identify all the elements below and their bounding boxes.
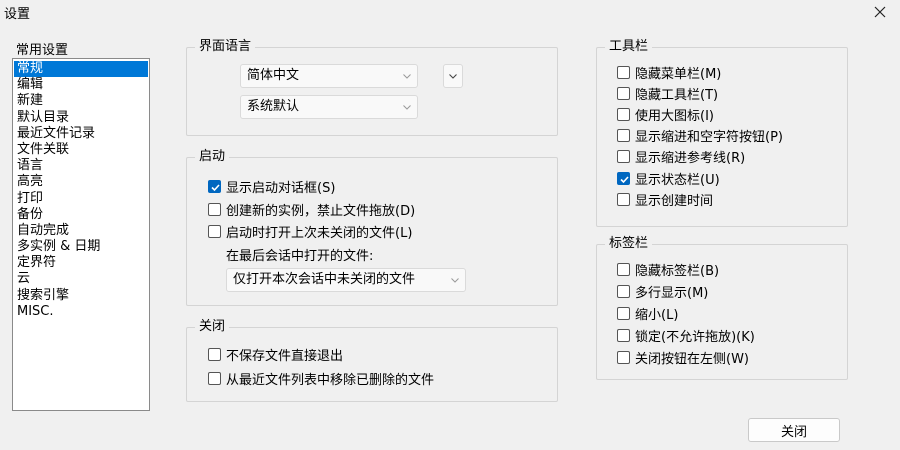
last-session-select-value: 仅打开本次会话中未关闭的文件 — [233, 272, 416, 287]
startup-group-title: 启动 — [199, 149, 226, 164]
checkmark-icon — [211, 183, 220, 191]
window-close-button[interactable] — [868, 0, 892, 24]
checkmark-icon — [620, 175, 629, 183]
tabbar-group-title: 标签栏 — [609, 236, 649, 251]
remove-deleted-label: 从最近文件列表中移除已删除的文件 — [226, 372, 435, 388]
locale-select[interactable]: 系统默认 — [240, 95, 418, 119]
locale-select-value: 系统默认 — [247, 99, 300, 114]
show-created-time-checkbox[interactable] — [617, 192, 630, 206]
close-button-left-label: 关闭按钮在左侧(W) — [635, 351, 749, 367]
close-button[interactable]: 关闭 — [748, 418, 840, 442]
hide-toolbar-checkbox[interactable] — [617, 86, 630, 100]
sidebar-item-backup[interactable]: 备份 — [13, 207, 149, 223]
close-button-left-checkbox[interactable] — [617, 350, 630, 364]
language-select[interactable]: 简体中文 — [240, 64, 418, 88]
sidebar-item-default-dir[interactable]: 默认目录 — [13, 110, 149, 126]
shrink-tabs-checkbox[interactable] — [617, 306, 630, 320]
language-group-title: 界面语言 — [199, 39, 252, 54]
exit-without-save-option[interactable]: 不保存文件直接退出 — [208, 344, 343, 364]
sidebar-item-autocomplete[interactable]: 自动完成 — [13, 223, 149, 239]
language-group: 界面语言 — [186, 40, 558, 136]
sidebar-item-cloud[interactable]: 云 — [13, 271, 149, 287]
sidebar-item-general[interactable]: 常规 — [14, 61, 148, 78]
sidebar-item-file-association[interactable]: 文件关联 — [13, 142, 149, 158]
toolbar-group-title: 工具栏 — [609, 39, 649, 54]
sidebar-item-highlight[interactable]: 高亮 — [13, 174, 149, 190]
sidebar-item-search-engine[interactable]: 搜索引擎 — [13, 288, 149, 304]
sidebar-item-edit[interactable]: 编辑 — [13, 77, 149, 93]
sidebar-item-misc[interactable]: MISC. — [13, 304, 149, 320]
title-bar: 设置 — [0, 0, 900, 24]
remove-deleted-option[interactable]: 从最近文件列表中移除已删除的文件 — [208, 368, 434, 388]
show-indent-guides-label: 显示缩进参考线(R) — [635, 150, 746, 166]
show-statusbar-label: 显示状态栏(U) — [635, 172, 720, 188]
chevron-down-icon — [403, 105, 411, 110]
hide-menubar-option[interactable]: 隐藏菜单栏(M) — [617, 62, 721, 82]
exit-without-save-label: 不保存文件直接退出 — [226, 348, 344, 364]
hide-menubar-checkbox[interactable] — [617, 65, 630, 79]
chevron-down-icon — [451, 278, 459, 283]
remove-deleted-checkbox[interactable] — [208, 371, 221, 385]
sidebar-item-language[interactable]: 语言 — [13, 158, 149, 174]
show-created-time-label: 显示创建时间 — [635, 193, 714, 209]
show-created-time-option[interactable]: 显示创建时间 — [617, 189, 713, 209]
lock-tabs-option[interactable]: 锁定(不允许拖放)(K) — [617, 325, 755, 345]
shrink-tabs-label: 缩小(L) — [635, 307, 679, 323]
chevron-down-icon — [449, 74, 457, 79]
last-session-label: 在最后会话中打开的文件: — [226, 249, 374, 264]
chevron-down-icon — [403, 74, 411, 79]
large-icons-checkbox[interactable] — [617, 107, 630, 121]
new-instance-label: 创建新的实例，禁止文件拖放(D) — [226, 203, 416, 219]
sidebar-list[interactable]: 常规 编辑 新建 默认目录 最近文件记录 文件关联 语言 高亮 打印 备份 自动… — [12, 58, 150, 411]
sidebar-item-multi-instance-date[interactable]: 多实例 & 日期 — [13, 239, 149, 255]
new-instance-checkbox[interactable] — [208, 202, 221, 216]
sidebar-item-new[interactable]: 新建 — [13, 93, 149, 109]
reopen-unclosed-checkbox[interactable] — [208, 224, 221, 238]
large-icons-label: 使用大图标(I) — [635, 108, 714, 124]
show-startup-dialog-checkbox[interactable] — [208, 179, 221, 193]
reopen-unclosed-label: 启动时打开上次未关闭的文件(L) — [226, 225, 413, 241]
multiline-tabs-label: 多行显示(M) — [635, 285, 709, 301]
close-button-left-option[interactable]: 关闭按钮在左侧(W) — [617, 347, 749, 367]
language-dropdown-button[interactable] — [443, 64, 463, 88]
show-indent-null-buttons-option[interactable]: 显示缩进和空字符按钮(P) — [617, 125, 783, 145]
close-group-title: 关闭 — [199, 319, 226, 334]
shrink-tabs-option[interactable]: 缩小(L) — [617, 303, 678, 323]
hide-toolbar-option[interactable]: 隐藏工具栏(T) — [617, 83, 718, 103]
hide-tabbar-checkbox[interactable] — [617, 262, 630, 276]
sidebar-item-print[interactable]: 打印 — [13, 191, 149, 207]
show-startup-dialog-label: 显示启动对话框(S) — [226, 180, 336, 196]
new-instance-option[interactable]: 创建新的实例，禁止文件拖放(D) — [208, 199, 415, 219]
sidebar-item-recent-files[interactable]: 最近文件记录 — [13, 126, 149, 142]
show-indent-null-buttons-label: 显示缩进和空字符按钮(P) — [635, 129, 783, 145]
hide-toolbar-label: 隐藏工具栏(T) — [635, 87, 719, 103]
language-select-value: 简体中文 — [247, 68, 300, 83]
exit-without-save-checkbox[interactable] — [208, 347, 221, 361]
hide-tabbar-label: 隐藏标签栏(B) — [635, 263, 720, 279]
show-indent-guides-option[interactable]: 显示缩进参考线(R) — [617, 146, 745, 166]
reopen-unclosed-option[interactable]: 启动时打开上次未关闭的文件(L) — [208, 221, 412, 241]
lock-tabs-label: 锁定(不允许拖放)(K) — [635, 329, 755, 345]
multiline-tabs-option[interactable]: 多行显示(M) — [617, 281, 708, 301]
multiline-tabs-checkbox[interactable] — [617, 284, 630, 298]
show-indent-null-buttons-checkbox[interactable] — [617, 128, 630, 142]
sidebar-item-delimiter[interactable]: 定界符 — [13, 255, 149, 271]
show-statusbar-option[interactable]: 显示状态栏(U) — [617, 168, 720, 188]
hide-menubar-label: 隐藏菜单栏(M) — [635, 66, 722, 82]
lock-tabs-checkbox[interactable] — [617, 328, 630, 342]
hide-tabbar-option[interactable]: 隐藏标签栏(B) — [617, 259, 719, 279]
show-indent-guides-checkbox[interactable] — [617, 149, 630, 163]
window-title: 设置 — [4, 7, 31, 22]
close-icon — [874, 6, 886, 18]
large-icons-option[interactable]: 使用大图标(I) — [617, 104, 714, 124]
show-startup-dialog-option[interactable]: 显示启动对话框(S) — [208, 176, 335, 196]
sidebar-heading: 常用设置 — [16, 43, 69, 58]
last-session-select[interactable]: 仅打开本次会话中未关闭的文件 — [226, 268, 466, 292]
show-statusbar-checkbox[interactable] — [617, 171, 630, 185]
